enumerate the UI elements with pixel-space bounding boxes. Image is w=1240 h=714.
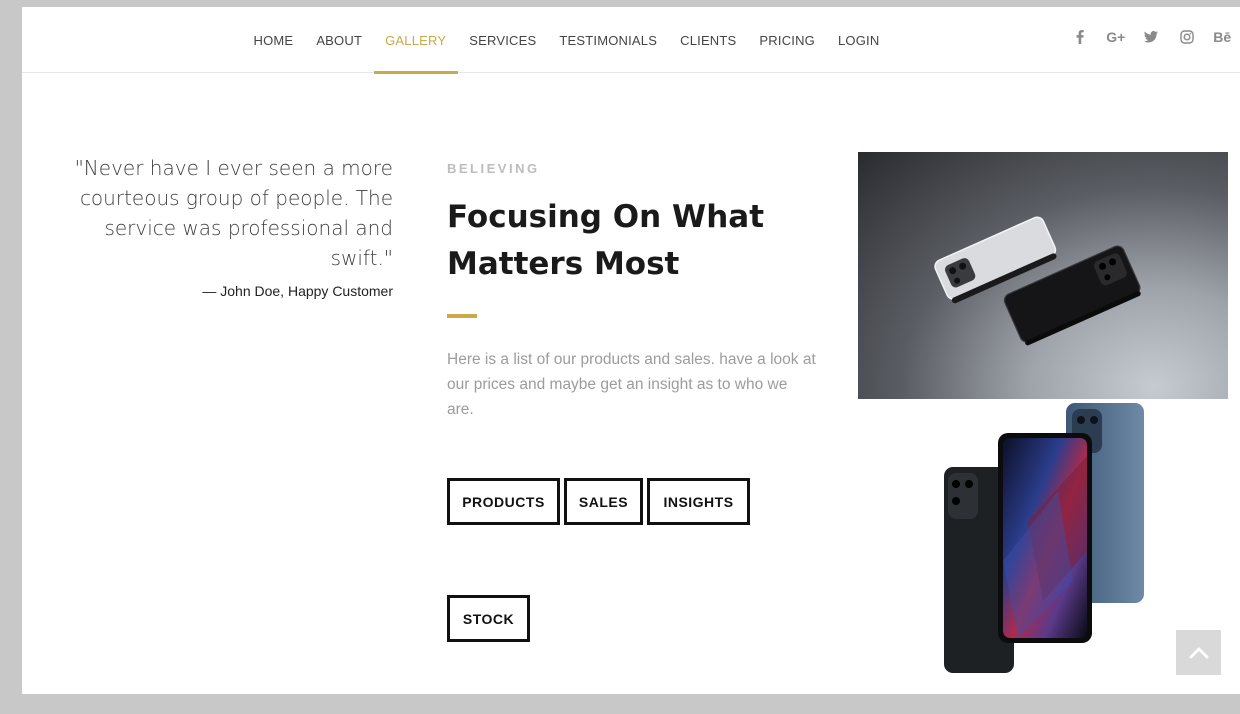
phones-floating-photo (858, 152, 1228, 399)
scroll-to-top-button[interactable] (1176, 630, 1221, 675)
insights-button[interactable]: INSIGHTS (647, 478, 750, 525)
phones-lineup-photo (858, 401, 1228, 681)
products-button[interactable]: PRODUCTS (447, 478, 560, 525)
nav-clients[interactable]: CLIENTS (669, 7, 748, 73)
nav-login[interactable]: LOGIN (827, 7, 891, 73)
sales-button[interactable]: SALES (564, 478, 643, 525)
behance-icon[interactable]: Bē (1205, 25, 1240, 49)
section-content: BELIEVING Focusing On What Matters Most … (447, 161, 827, 422)
chevron-up-icon (1189, 646, 1208, 658)
section-description: Here is a list of our products and sales… (447, 351, 816, 418)
instagram-icon[interactable] (1169, 25, 1205, 49)
page: HOME ABOUT GALLERY SERVICES TESTIMONIALS… (22, 7, 1240, 694)
nav-pricing[interactable]: PRICING (748, 7, 827, 73)
testimonial-author: — John Doe, Happy Customer (202, 283, 393, 299)
testimonial: "Never have I ever seen a more courteous… (67, 153, 393, 299)
nav-gallery[interactable]: GALLERY (373, 7, 458, 74)
twitter-icon[interactable] (1134, 25, 1170, 49)
nav-about[interactable]: ABOUT (305, 7, 374, 73)
accent-divider (447, 314, 477, 318)
google-plus-icon[interactable]: G+ (1098, 25, 1134, 49)
stock-button[interactable]: STOCK (447, 595, 530, 642)
facebook-icon[interactable] (1063, 25, 1099, 49)
testimonial-quote: "Never have I ever seen a more courteous… (74, 156, 393, 270)
section-heading: Focusing On What Matters Most (447, 199, 765, 282)
nav-home[interactable]: HOME (242, 7, 305, 73)
nav-services[interactable]: SERVICES (458, 7, 548, 73)
social-links: G+ Bē (1063, 25, 1240, 49)
section-eyebrow: BELIEVING (447, 161, 540, 176)
nav-links: HOME ABOUT GALLERY SERVICES TESTIMONIALS… (242, 7, 891, 74)
nav-testimonials[interactable]: TESTIMONIALS (548, 7, 669, 73)
top-navigation: HOME ABOUT GALLERY SERVICES TESTIMONIALS… (22, 7, 1240, 74)
